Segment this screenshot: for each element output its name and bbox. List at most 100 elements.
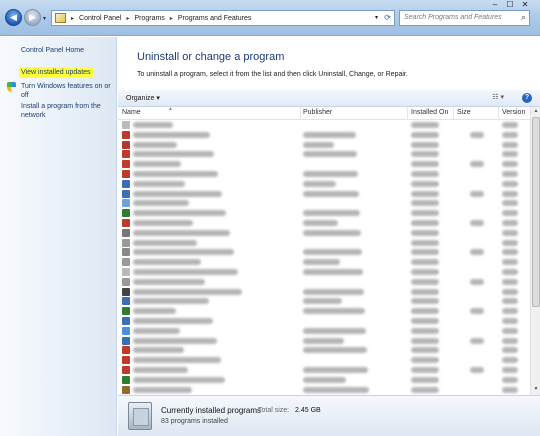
blurred-cell (502, 376, 518, 383)
table-row[interactable] (118, 130, 530, 140)
back-button[interactable]: ◀ (5, 9, 22, 26)
blurred-cell (303, 229, 361, 236)
column-divider[interactable] (300, 107, 301, 120)
control-panel-home-link[interactable]: Control Panel Home (21, 46, 84, 55)
address-field[interactable]: ▸ Control Panel ▸ Programs ▸ Programs an… (51, 10, 395, 26)
blurred-cell (303, 190, 359, 197)
scrollbar-thumb[interactable] (532, 117, 540, 307)
blurred-cell (303, 131, 356, 138)
column-divider[interactable] (453, 107, 454, 120)
breadcrumb-programs-and-features[interactable]: Programs and Features (178, 15, 252, 22)
blurred-cell (133, 151, 214, 158)
program-icon (122, 336, 130, 345)
blurred-cell (470, 337, 484, 344)
table-row[interactable] (118, 316, 530, 326)
table-row[interactable] (118, 257, 530, 267)
table-row[interactable] (118, 267, 530, 277)
blurred-cell (303, 386, 369, 393)
view-installed-updates-link[interactable]: View installed updates (19, 67, 93, 78)
breadcrumb-chevron-icon[interactable]: ▸ (170, 15, 173, 22)
organize-button[interactable]: Organize ▾ (126, 94, 160, 102)
table-row[interactable] (118, 365, 530, 375)
blurred-cell (470, 278, 484, 285)
table-row[interactable] (118, 149, 530, 159)
blurred-cell (411, 278, 439, 285)
address-dropdown-icon[interactable]: ▾ (375, 14, 378, 21)
close-icon[interactable]: ✕ (518, 0, 532, 9)
column-installed-on[interactable]: Installed On (411, 109, 448, 116)
table-row[interactable] (118, 218, 530, 228)
breadcrumb-chevron-icon[interactable]: ▸ (71, 15, 74, 22)
change-view-icon[interactable]: ☷ ▾ (492, 93, 504, 101)
table-row[interactable] (118, 336, 530, 346)
breadcrumb-control-panel[interactable]: Control Panel (79, 15, 121, 22)
table-row[interactable] (118, 355, 530, 365)
windows-features-link[interactable]: Turn Windows features on or off (21, 82, 115, 100)
refresh-icon[interactable]: ⟳ (384, 13, 391, 22)
blurred-cell (470, 220, 484, 226)
program-icon (122, 228, 130, 237)
blurred-cell (502, 239, 518, 246)
blurred-cell (411, 249, 439, 256)
blurred-cell (502, 161, 518, 168)
blurred-cell (411, 259, 439, 266)
blurred-cell (411, 386, 439, 393)
table-row[interactable] (118, 375, 530, 385)
control-panel-icon (55, 13, 66, 23)
column-version[interactable]: Version (502, 109, 525, 116)
vertical-scrollbar[interactable]: ▲ ▼ (530, 107, 540, 395)
install-from-network-link[interactable]: Install a program from the network (21, 102, 111, 120)
table-row[interactable] (118, 179, 530, 189)
program-icon (122, 160, 130, 169)
table-row[interactable] (118, 247, 530, 257)
help-icon[interactable]: ? (522, 93, 532, 103)
table-row[interactable] (118, 277, 530, 287)
blurred-cell (411, 131, 439, 138)
recent-pages-chevron-icon[interactable]: ▾ (43, 15, 46, 22)
column-divider[interactable] (407, 107, 408, 120)
scroll-down-icon[interactable]: ▼ (532, 386, 540, 394)
blurred-cell (411, 298, 439, 305)
search-input[interactable]: Search Programs and Features ⌕ (399, 10, 530, 26)
blurred-cell (411, 337, 439, 344)
blurred-cell (411, 327, 439, 334)
table-row[interactable] (118, 385, 530, 395)
table-row[interactable] (118, 189, 530, 199)
maximize-icon[interactable]: ☐ (503, 0, 517, 9)
column-size[interactable]: Size (457, 109, 471, 116)
table-row[interactable] (118, 159, 530, 169)
program-icon (122, 140, 130, 149)
table-row[interactable] (118, 287, 530, 297)
minimize-icon[interactable]: – (488, 0, 502, 9)
table-row[interactable] (118, 198, 530, 208)
total-size-label: Total size: (258, 407, 290, 414)
table-row[interactable] (118, 238, 530, 248)
breadcrumb-programs[interactable]: Programs (134, 15, 164, 22)
table-row[interactable] (118, 296, 530, 306)
scroll-up-icon[interactable]: ▲ (532, 108, 540, 116)
table-row[interactable] (118, 345, 530, 355)
blurred-cell (502, 308, 518, 315)
table-row[interactable] (118, 306, 530, 316)
blurred-cell (411, 141, 439, 148)
table-row[interactable] (118, 228, 530, 238)
blurred-cell (133, 376, 225, 383)
table-row[interactable] (118, 208, 530, 218)
table-row[interactable] (118, 169, 530, 179)
column-divider[interactable] (498, 107, 499, 120)
column-name[interactable]: Name (122, 109, 141, 116)
blurred-cell (502, 298, 518, 305)
blurred-cell (133, 122, 173, 128)
breadcrumb-chevron-icon[interactable]: ▸ (126, 15, 129, 22)
blurred-cell (411, 190, 439, 197)
table-row[interactable] (118, 326, 530, 336)
blurred-cell (502, 151, 518, 158)
search-icon[interactable]: ⌕ (521, 12, 526, 23)
program-list[interactable] (118, 120, 530, 395)
forward-button[interactable]: ▶ (24, 9, 41, 26)
blurred-cell (133, 131, 210, 138)
column-publisher[interactable]: Publisher (303, 109, 332, 116)
table-row[interactable] (118, 140, 530, 150)
program-icon (122, 121, 130, 129)
table-row[interactable] (118, 120, 530, 130)
